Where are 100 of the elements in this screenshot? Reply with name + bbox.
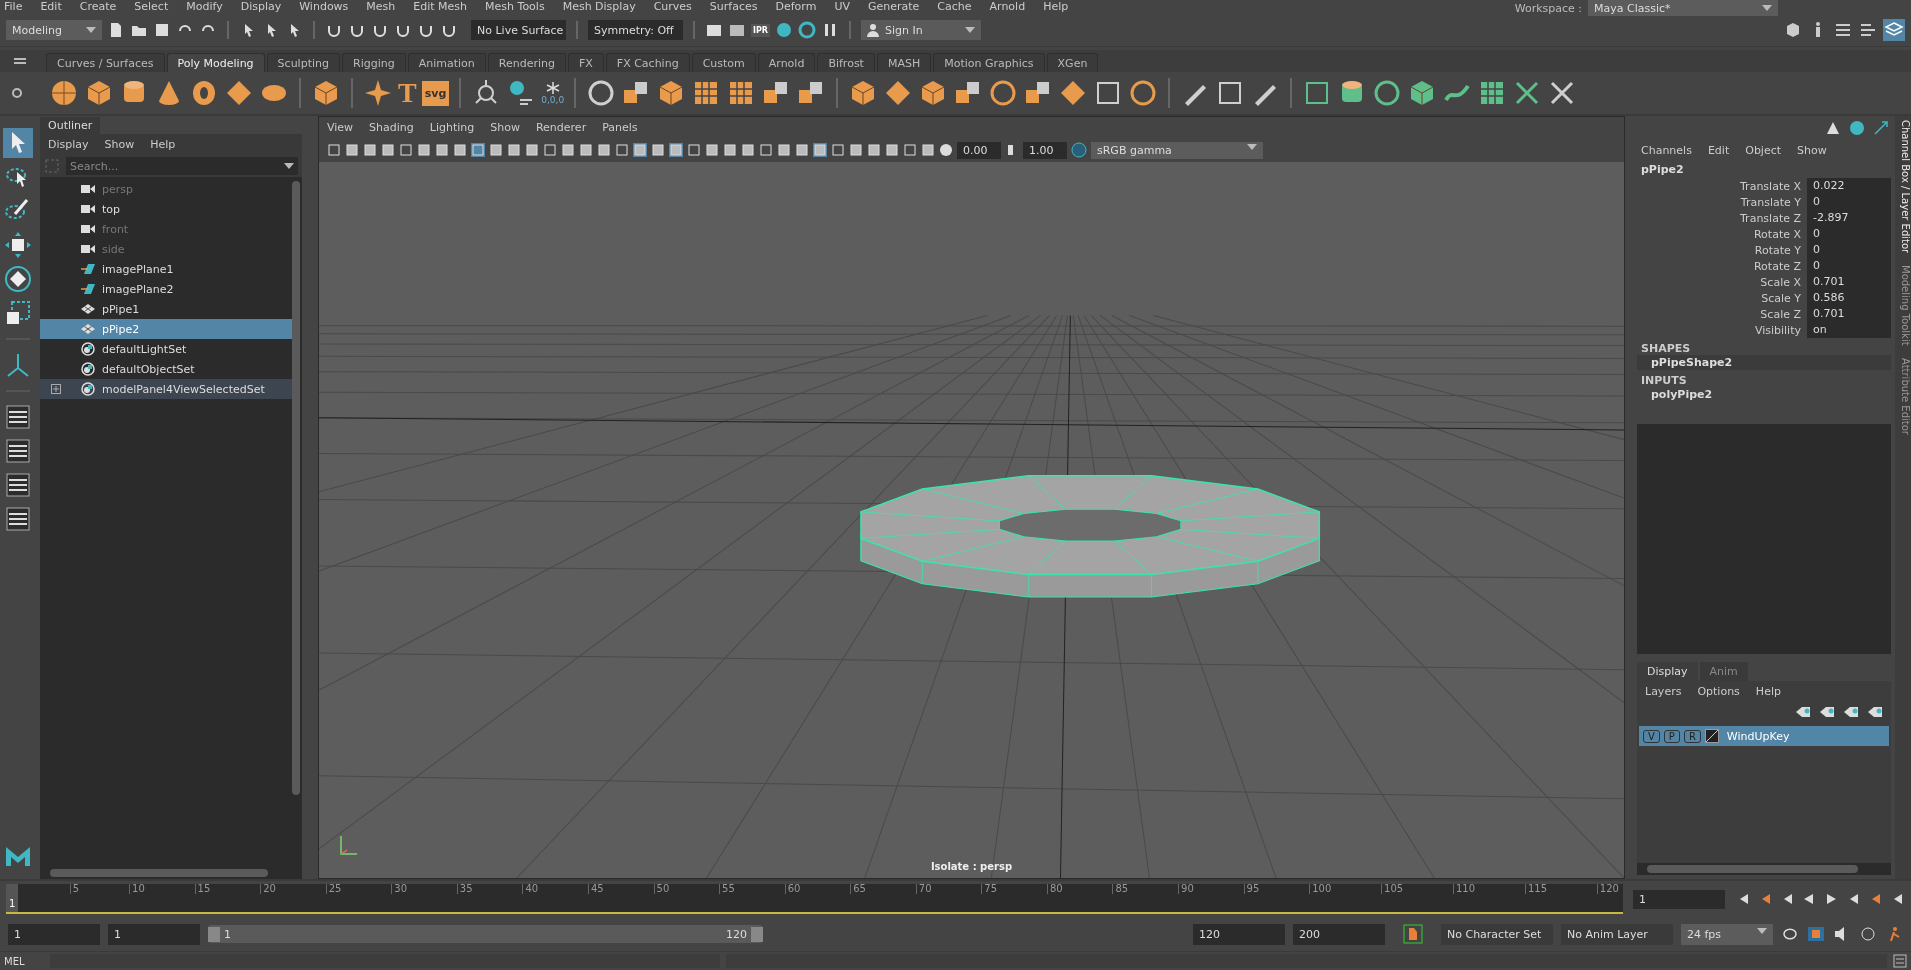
caret-icon[interactable] xyxy=(1247,143,1257,150)
panel-menu[interactable]: Panels xyxy=(602,121,638,134)
menu-item[interactable]: Help xyxy=(1043,1,1069,13)
layer-editor-tab[interactable]: Display xyxy=(1637,662,1698,681)
layer-toggle-button[interactable]: P xyxy=(1663,729,1680,743)
panel-tool-icon[interactable] xyxy=(759,143,773,157)
layer-row[interactable]: V P R WindUpKey xyxy=(1639,726,1889,746)
panel-tool-icon[interactable] xyxy=(327,143,341,157)
shelf-tab[interactable]: Poly Modeling xyxy=(166,53,265,72)
outliner-item[interactable]: top xyxy=(40,199,292,219)
menu-item[interactable]: File xyxy=(4,1,23,13)
layer-menu[interactable]: Options xyxy=(1697,685,1740,698)
panel-tool-icon[interactable] xyxy=(561,143,575,157)
panel-tool-icon[interactable] xyxy=(777,143,791,157)
caret-icon[interactable] xyxy=(86,27,96,33)
outliner-item[interactable]: front xyxy=(40,219,292,239)
panel-menu[interactable]: View xyxy=(327,121,354,134)
caret-icon[interactable] xyxy=(965,27,975,33)
sphere-icon[interactable] xyxy=(49,78,79,108)
command-language-label[interactable]: MEL xyxy=(4,955,44,967)
shelf-tab[interactable]: MASH xyxy=(876,53,932,72)
menu-item[interactable]: Generate xyxy=(867,1,920,13)
shelf-tab[interactable]: FX xyxy=(567,53,604,72)
outliner-item[interactable]: defaultObjectSet xyxy=(40,359,292,379)
current-frame-field[interactable]: 1 xyxy=(1633,889,1725,909)
panel-tool-icon[interactable] xyxy=(399,143,413,157)
panel-tool-icon[interactable] xyxy=(687,143,701,157)
panel-tool-icon[interactable] xyxy=(363,143,377,157)
channel-value-field[interactable]: 0 xyxy=(1807,258,1891,274)
menu-item[interactable]: Select xyxy=(134,1,169,13)
menu-item[interactable]: Deform xyxy=(775,1,817,13)
current-frame-marker[interactable]: 1 xyxy=(6,884,19,912)
menu-item[interactable]: Curves xyxy=(653,1,692,13)
channel-value-field[interactable]: 0 xyxy=(1807,194,1891,210)
menu-item[interactable]: UV xyxy=(834,1,850,13)
channel-box-menu[interactable]: Show xyxy=(1797,144,1827,157)
scrollbar[interactable] xyxy=(40,867,302,879)
menu-item[interactable]: Cache xyxy=(937,1,972,13)
panel-tool-icon[interactable] xyxy=(417,143,431,157)
menu-item[interactable]: Windows xyxy=(299,1,349,13)
layer-menu[interactable]: Help xyxy=(1755,685,1781,698)
exposure-field[interactable]: 0.00 xyxy=(957,141,1001,159)
rotate-tool-icon[interactable] xyxy=(3,264,33,294)
search-field[interactable]: Search... xyxy=(66,157,298,175)
script-editor-icon[interactable] xyxy=(1893,954,1907,968)
menu-item[interactable]: Surfaces xyxy=(709,1,758,13)
range-slider-bar[interactable]: 1 120 xyxy=(208,925,763,943)
gamma-field[interactable]: 1.00 xyxy=(1023,141,1067,159)
sign-in-dropdown[interactable]: Sign In xyxy=(861,20,981,40)
layer-color-icon[interactable] xyxy=(1704,729,1719,743)
move-tool-icon[interactable] xyxy=(3,230,33,260)
svg-tool-icon[interactable]: svg xyxy=(421,80,450,106)
panel-menu[interactable]: Renderer xyxy=(535,121,587,134)
shelf-tab[interactable]: Animation xyxy=(407,53,486,72)
layer-action-icon[interactable] xyxy=(1795,706,1811,718)
channel-value-field[interactable]: 0 xyxy=(1807,226,1891,242)
layer-action-icon[interactable] xyxy=(1867,706,1883,718)
panel-tool-icon[interactable] xyxy=(903,143,917,157)
panel-tool-icon[interactable] xyxy=(831,143,845,157)
menu-item[interactable]: Mesh Tools xyxy=(485,1,545,13)
side-panel-tab[interactable]: Attribute Editor xyxy=(1895,353,1911,439)
menu-item[interactable]: Create xyxy=(79,1,117,13)
menu-item[interactable]: Mesh xyxy=(366,1,396,13)
layer-action-icon[interactable] xyxy=(1819,706,1835,718)
anim-layer-dropdown[interactable]: No Anim Layer xyxy=(1561,923,1673,945)
playback-end-field[interactable]: 120 xyxy=(1193,923,1285,945)
character-set-dropdown[interactable]: No Character Set xyxy=(1441,923,1553,945)
diagonal-arrow-icon[interactable] xyxy=(1873,120,1889,136)
outliner-item[interactable]: persp xyxy=(40,179,292,199)
panel-tool-icon[interactable] xyxy=(435,143,449,157)
mode-dropdown[interactable]: Modeling xyxy=(6,20,102,40)
channel-value-field[interactable]: on xyxy=(1807,322,1891,338)
color-space-dropdown[interactable]: sRGB gamma xyxy=(1091,141,1263,159)
panel-tool-icon[interactable] xyxy=(921,143,935,157)
caret-icon[interactable] xyxy=(284,163,294,169)
ipr-render-button[interactable]: IPR xyxy=(751,23,770,37)
end-time-field[interactable]: 200 xyxy=(1293,923,1385,945)
channel-value-field[interactable]: 0.586 xyxy=(1807,290,1891,306)
symmetry-dropdown[interactable]: Symmetry: Off xyxy=(588,20,683,40)
outliner-item[interactable]: side xyxy=(40,239,292,259)
panel-tool-icon[interactable] xyxy=(651,143,665,157)
shelf-tab[interactable]: Sculpting xyxy=(266,53,340,72)
expand-icon[interactable] xyxy=(51,384,61,394)
shelf-tab[interactable]: Rendering xyxy=(487,53,566,72)
outliner-menu[interactable]: Show xyxy=(104,138,135,151)
type-tool-icon[interactable]: T xyxy=(398,78,417,108)
panel-tool-icon[interactable] xyxy=(381,143,395,157)
panel-tool-icon[interactable] xyxy=(507,143,521,157)
layer-action-icon[interactable] xyxy=(1843,706,1859,718)
layer-menu[interactable]: Layers xyxy=(1645,685,1682,698)
shelf-tab[interactable]: Motion Graphics xyxy=(933,53,1045,72)
panel-tool-icon[interactable] xyxy=(579,143,593,157)
shelf-tab[interactable]: Bifrost xyxy=(817,53,875,72)
shelf-tab[interactable]: Custom xyxy=(691,53,756,72)
menu-item[interactable]: Modify xyxy=(186,1,223,13)
menu-item[interactable]: Mesh Display xyxy=(562,1,636,13)
outliner-item[interactable]: pPipe1 xyxy=(40,299,292,319)
panel-menu[interactable]: Shading xyxy=(369,121,414,134)
shelf-tab[interactable]: Curves / Surfaces xyxy=(46,53,165,72)
menu-item[interactable]: Edit Mesh xyxy=(413,1,468,13)
